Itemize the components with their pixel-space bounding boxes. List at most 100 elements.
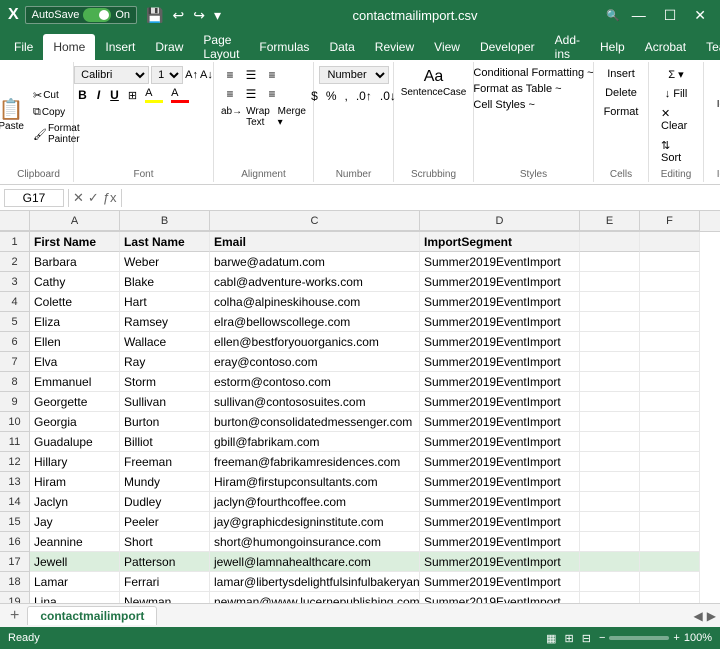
data-cell[interactable] — [640, 552, 700, 572]
data-cell[interactable]: Storm — [120, 372, 210, 392]
data-cell[interactable]: freeman@fabrikamresidences.com — [210, 452, 420, 472]
data-cell[interactable] — [580, 312, 640, 332]
view-normal-icon[interactable]: ▦ — [546, 632, 556, 645]
col-header-c[interactable]: C — [210, 211, 420, 231]
data-cell[interactable]: Jay — [30, 512, 120, 532]
data-cell[interactable]: Freeman — [120, 452, 210, 472]
row-header[interactable]: 3 — [0, 272, 30, 292]
minimize-button[interactable]: — — [626, 5, 652, 25]
data-cell[interactable]: Summer2019EventImport — [420, 492, 580, 512]
data-cell[interactable] — [640, 452, 700, 472]
decrease-font-icon[interactable]: A↓ — [200, 69, 213, 81]
corner-cell[interactable] — [0, 211, 30, 231]
data-cell[interactable]: Patterson — [120, 552, 210, 572]
border-button[interactable]: ⊞ — [125, 88, 140, 103]
view-page-layout-icon[interactable]: ⊞ — [565, 632, 574, 645]
tab-formulas[interactable]: Formulas — [249, 34, 319, 60]
data-cell[interactable] — [640, 252, 700, 272]
data-cell[interactable]: Hiram@firstupconsultants.com — [210, 472, 420, 492]
row-header[interactable]: 2 — [0, 252, 30, 272]
align-mid-left-button[interactable]: ≡ — [220, 85, 240, 103]
data-cell[interactable] — [580, 432, 640, 452]
data-cell[interactable]: Summer2019EventImport — [420, 432, 580, 452]
scroll-left-icon[interactable]: ◀ — [694, 609, 703, 623]
cell-styles-button[interactable]: Cell Styles ~ — [471, 98, 536, 112]
delete-cells-button[interactable]: Delete — [599, 85, 643, 101]
data-cell[interactable]: Ellen — [30, 332, 120, 352]
font-size-select[interactable]: 11 — [151, 66, 183, 84]
data-cell[interactable]: sullivan@contososuites.com — [210, 392, 420, 412]
align-mid-right-button[interactable]: ≡ — [262, 85, 282, 103]
data-cell[interactable] — [640, 372, 700, 392]
data-cell[interactable]: Blake — [120, 272, 210, 292]
conditional-formatting-button[interactable]: Conditional Formatting ~ — [471, 66, 595, 80]
increase-font-icon[interactable]: A↑ — [185, 69, 198, 81]
customize-qa-icon[interactable]: ▾ — [211, 6, 224, 25]
data-cell[interactable] — [580, 412, 640, 432]
row-header[interactable]: 9 — [0, 392, 30, 412]
data-cell[interactable]: jay@graphicdesigninstitute.com — [210, 512, 420, 532]
data-cell[interactable]: Summer2019EventImport — [420, 412, 580, 432]
data-cell[interactable]: Hillary — [30, 452, 120, 472]
data-cell[interactable]: Summer2019EventImport — [420, 292, 580, 312]
row-header[interactable]: 13 — [0, 472, 30, 492]
sentence-case-button[interactable]: Aa SentenceCase — [397, 66, 471, 100]
add-sheet-button[interactable]: + — [4, 607, 25, 625]
wrap-text-button[interactable]: Wrap Text — [245, 105, 275, 129]
data-cell[interactable] — [580, 252, 640, 272]
data-cell[interactable]: Hiram — [30, 472, 120, 492]
data-cell[interactable]: Summer2019EventImport — [420, 472, 580, 492]
data-cell[interactable]: burton@consolidatedmessenger.com — [210, 412, 420, 432]
zoom-slider[interactable] — [609, 636, 669, 640]
data-cell[interactable]: short@humongoinsurance.com — [210, 532, 420, 552]
autosum-button[interactable]: Σ ▾ — [662, 66, 689, 83]
currency-button[interactable]: $ — [308, 88, 321, 104]
align-mid-center-button[interactable]: ☰ — [241, 85, 261, 103]
tab-file[interactable]: File — [4, 34, 43, 60]
data-cell[interactable] — [580, 352, 640, 372]
tab-acrobat[interactable]: Acrobat — [635, 34, 696, 60]
data-cell[interactable] — [580, 572, 640, 592]
data-cell[interactable] — [640, 512, 700, 532]
data-cell[interactable] — [640, 532, 700, 552]
data-cell[interactable] — [640, 272, 700, 292]
data-cell[interactable]: Last Name — [120, 232, 210, 252]
row-header[interactable]: 6 — [0, 332, 30, 352]
data-cell[interactable]: Cathy — [30, 272, 120, 292]
data-cell[interactable]: Burton — [120, 412, 210, 432]
data-cell[interactable] — [640, 412, 700, 432]
data-cell[interactable]: Summer2019EventImport — [420, 252, 580, 272]
bold-button[interactable]: B — [74, 87, 91, 103]
data-cell[interactable]: Summer2019EventImport — [420, 372, 580, 392]
data-cell[interactable] — [580, 512, 640, 532]
ideas-button[interactable]: 💡 Ideas — [710, 66, 720, 114]
scroll-right-icon[interactable]: ▶ — [707, 609, 716, 623]
data-cell[interactable]: Dudley — [120, 492, 210, 512]
cancel-formula-icon[interactable]: ✕ — [73, 190, 84, 206]
sort-filter-button[interactable]: ⇅ Sort — [655, 137, 697, 166]
data-cell[interactable] — [640, 572, 700, 592]
increase-decimal-button[interactable]: .0↑ — [353, 88, 375, 104]
data-cell[interactable]: eray@contoso.com — [210, 352, 420, 372]
orientation-button[interactable]: ab→ — [220, 105, 243, 129]
data-cell[interactable]: Peeler — [120, 512, 210, 532]
data-cell[interactable]: Summer2019EventImport — [420, 332, 580, 352]
row-header[interactable]: 10 — [0, 412, 30, 432]
confirm-formula-icon[interactable]: ✓ — [88, 190, 99, 206]
align-top-right-button[interactable]: ≡ — [262, 66, 282, 84]
data-cell[interactable]: Sullivan — [120, 392, 210, 412]
cell-reference-input[interactable]: G17 — [4, 189, 64, 207]
maximize-button[interactable]: ☐ — [658, 5, 683, 26]
tab-data[interactable]: Data — [319, 34, 364, 60]
data-cell[interactable]: Lina — [30, 592, 120, 603]
data-cell[interactable]: estorm@contoso.com — [210, 372, 420, 392]
tab-home[interactable]: Home — [43, 34, 95, 60]
row-header[interactable]: 5 — [0, 312, 30, 332]
data-cell[interactable] — [640, 292, 700, 312]
data-cell[interactable] — [640, 432, 700, 452]
data-cell[interactable]: Ramsey — [120, 312, 210, 332]
col-header-a[interactable]: A — [30, 211, 120, 231]
row-header[interactable]: 15 — [0, 512, 30, 532]
data-cell[interactable]: Summer2019EventImport — [420, 392, 580, 412]
data-cell[interactable]: gbill@fabrikam.com — [210, 432, 420, 452]
